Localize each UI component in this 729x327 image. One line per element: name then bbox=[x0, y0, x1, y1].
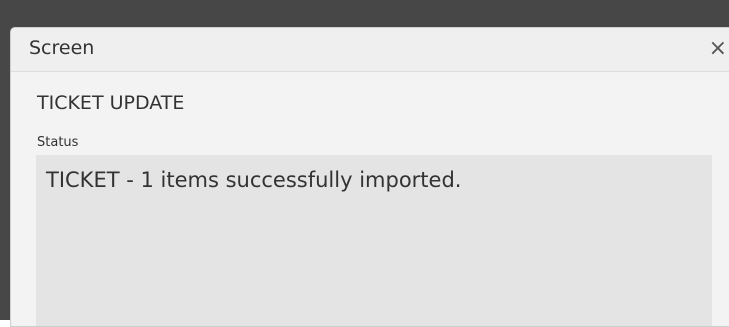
status-label: Status bbox=[37, 135, 79, 150]
close-icon: × bbox=[708, 36, 727, 61]
status-textarea[interactable]: TICKET - 1 items successfully imported. bbox=[36, 155, 712, 326]
dialog-title: Screen bbox=[29, 37, 95, 59]
section-title: TICKET UPDATE bbox=[37, 92, 185, 114]
screen-dialog: Screen × TICKET UPDATE Status TICKET - 1… bbox=[10, 27, 729, 327]
dialog-header: Screen × bbox=[11, 28, 729, 72]
backdrop-overlay-top bbox=[0, 0, 729, 30]
close-button[interactable]: × bbox=[699, 32, 727, 66]
